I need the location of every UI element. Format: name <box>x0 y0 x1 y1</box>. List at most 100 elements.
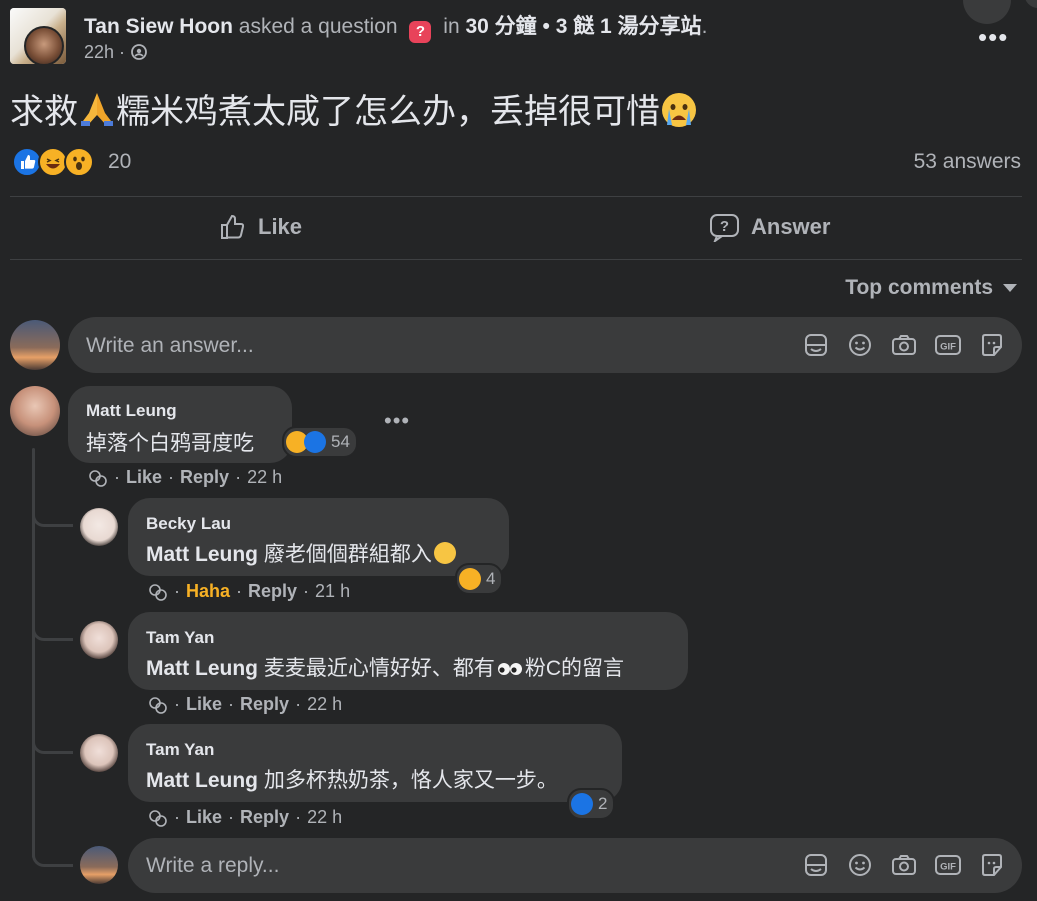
replier-avatar[interactable] <box>80 508 118 546</box>
reply-meta: · Like · Reply · 22 h <box>148 694 342 715</box>
camera-icon[interactable] <box>890 331 918 359</box>
svg-text:GIF: GIF <box>940 862 956 873</box>
gif-icon[interactable]: GIF <box>934 331 962 359</box>
like-label: Like <box>258 214 303 239</box>
reply-connector <box>32 850 73 867</box>
in-text: in <box>443 15 460 38</box>
caret-down-icon <box>1003 284 1017 292</box>
replier-name[interactable]: Tam Yan <box>146 628 214 648</box>
author-avatar[interactable] <box>10 8 66 64</box>
mention-tag[interactable]: Matt Leung <box>146 657 258 680</box>
my-avatar[interactable] <box>10 320 60 370</box>
post-time-text[interactable]: 22h <box>84 42 114 62</box>
reply-time[interactable]: 22 h <box>307 807 342 828</box>
reply-reply-link[interactable]: Reply <box>240 694 289 715</box>
commenter-avatar[interactable] <box>10 386 60 436</box>
sticker-icon[interactable] <box>802 331 830 359</box>
reply-connector <box>32 624 73 641</box>
reply-meta: · Haha · Reply · 21 h <box>148 581 350 602</box>
gif-icon[interactable]: GIF <box>934 851 962 879</box>
group-trailing: . <box>701 15 708 38</box>
replier-name[interactable]: Becky Lau <box>146 514 231 534</box>
camera-icon[interactable] <box>890 851 918 879</box>
partial-button[interactable] <box>1024 0 1037 8</box>
reply-bubble: Tam Yan Matt Leung 加多杯热奶茶，恪人家又一步。 <box>128 724 622 802</box>
comment-reactions[interactable]: 54 <box>282 426 358 458</box>
svg-text:?: ? <box>720 218 729 235</box>
post-author-line: Tan Siew Hoon asked a question ? in 30 分… <box>84 10 707 43</box>
comment-like-link[interactable]: Like <box>126 467 162 488</box>
answer-button[interactable]: ? Answer <box>709 212 830 242</box>
avatar-sticker-icon[interactable] <box>978 851 1006 879</box>
replier-avatar[interactable] <box>80 621 118 659</box>
question-text: 求救 糯米鸡煮太咸了怎么办，丢掉很可惜 <box>10 84 698 133</box>
like-button[interactable]: Like <box>218 212 302 242</box>
replier-name[interactable]: Tam Yan <box>146 740 214 760</box>
svg-text:GIF: GIF <box>940 342 956 353</box>
question-bubble-icon: ? <box>710 214 739 242</box>
reply-text: 麦麦最近心情好好、都有 <box>263 657 495 680</box>
comment-bubble: Matt Leung 掉落个白鸦哥度吃 <box>68 386 292 463</box>
divider <box>10 259 1022 260</box>
avatar-sticker-icon[interactable] <box>978 331 1006 359</box>
answers-count[interactable]: 53 answers <box>914 150 1021 174</box>
reply-reactions[interactable]: 4 <box>455 563 504 595</box>
eyes-emoji-icon <box>495 658 525 675</box>
comment-more-button[interactable]: ••• <box>384 408 410 434</box>
like-reaction-icon <box>571 793 593 815</box>
reply-time[interactable]: 21 h <box>315 581 350 602</box>
reply-text: 加多杯热奶茶，恪人家又一步。 <box>263 769 558 792</box>
post-time: 22h · <box>84 42 148 63</box>
reply-input[interactable]: Write a reply... GIF <box>128 838 1022 893</box>
my-avatar[interactable] <box>80 846 118 884</box>
reply-like-link[interactable]: Like <box>186 807 222 828</box>
thumbs-up-icon <box>221 214 245 239</box>
divider <box>10 196 1022 197</box>
reply-connector <box>32 510 73 527</box>
reply-reaction-count: 2 <box>598 794 608 813</box>
translate-icon[interactable] <box>88 468 108 488</box>
sticker-icon[interactable] <box>802 851 830 879</box>
mention-tag[interactable]: Matt Leung <box>146 769 258 792</box>
reply-time[interactable]: 22 h <box>307 694 342 715</box>
question-part-1: 求救 <box>10 93 78 131</box>
mention-tag[interactable]: Matt Leung <box>146 543 258 566</box>
group-icon <box>131 44 147 60</box>
sort-comments-dropdown[interactable]: Top comments <box>845 276 1017 300</box>
reply-text-cont: 粉C的留言 <box>524 657 624 680</box>
emoji-icon[interactable] <box>846 851 874 879</box>
reply-reaction-count: 4 <box>486 569 496 588</box>
reply-placeholder: Write a reply... <box>146 854 280 877</box>
reply-bubble: Tam Yan Matt Leung 麦麦最近心情好好、都有 粉C的留言 <box>128 612 688 690</box>
comment-meta: · Like · Reply · 22 h <box>88 467 282 488</box>
answer-input[interactable]: Write an answer... GIF <box>68 317 1022 373</box>
sort-label: Top comments <box>845 276 993 299</box>
commenter-name[interactable]: Matt Leung <box>86 401 177 421</box>
reply-like-link[interactable]: Like <box>186 694 222 715</box>
comment-reply-link[interactable]: Reply <box>180 467 229 488</box>
replier-avatar[interactable] <box>80 734 118 772</box>
reaction-count[interactable]: 20 <box>108 150 131 174</box>
comment-reaction-count: 54 <box>331 432 350 451</box>
comment-time[interactable]: 22 h <box>247 467 282 488</box>
translate-icon[interactable] <box>148 582 168 602</box>
translate-icon[interactable] <box>148 695 168 715</box>
author-name[interactable]: Tan Siew Hoon <box>84 15 233 38</box>
reply-reply-link[interactable]: Reply <box>248 581 297 602</box>
reply-bubble: Becky Lau Matt Leung 廢老個個群組都入 <box>128 498 509 576</box>
answer-placeholder: Write an answer... <box>86 334 254 357</box>
group-name[interactable]: 30 分鐘 • 3 餸 1 湯分享站 <box>465 15 701 38</box>
emoji-icon[interactable] <box>846 331 874 359</box>
search-button[interactable] <box>963 0 1011 24</box>
comment-text: 掉落个白鸦哥度吃 <box>86 432 254 455</box>
pray-icon <box>78 91 116 127</box>
reply-meta: · Like · Reply · 22 h <box>148 807 342 828</box>
reply-reactions[interactable]: 2 <box>567 788 616 820</box>
translate-icon[interactable] <box>148 808 168 828</box>
reply-haha-link[interactable]: Haha <box>186 581 230 602</box>
post-more-button[interactable]: ••• <box>978 22 1008 53</box>
haha-reaction-icon <box>459 568 481 590</box>
reply-reply-link[interactable]: Reply <box>240 807 289 828</box>
answer-label: Answer <box>751 214 831 239</box>
question-part-2: 糯米鸡煮太咸了怎么办，丢掉很可惜 <box>116 93 660 131</box>
